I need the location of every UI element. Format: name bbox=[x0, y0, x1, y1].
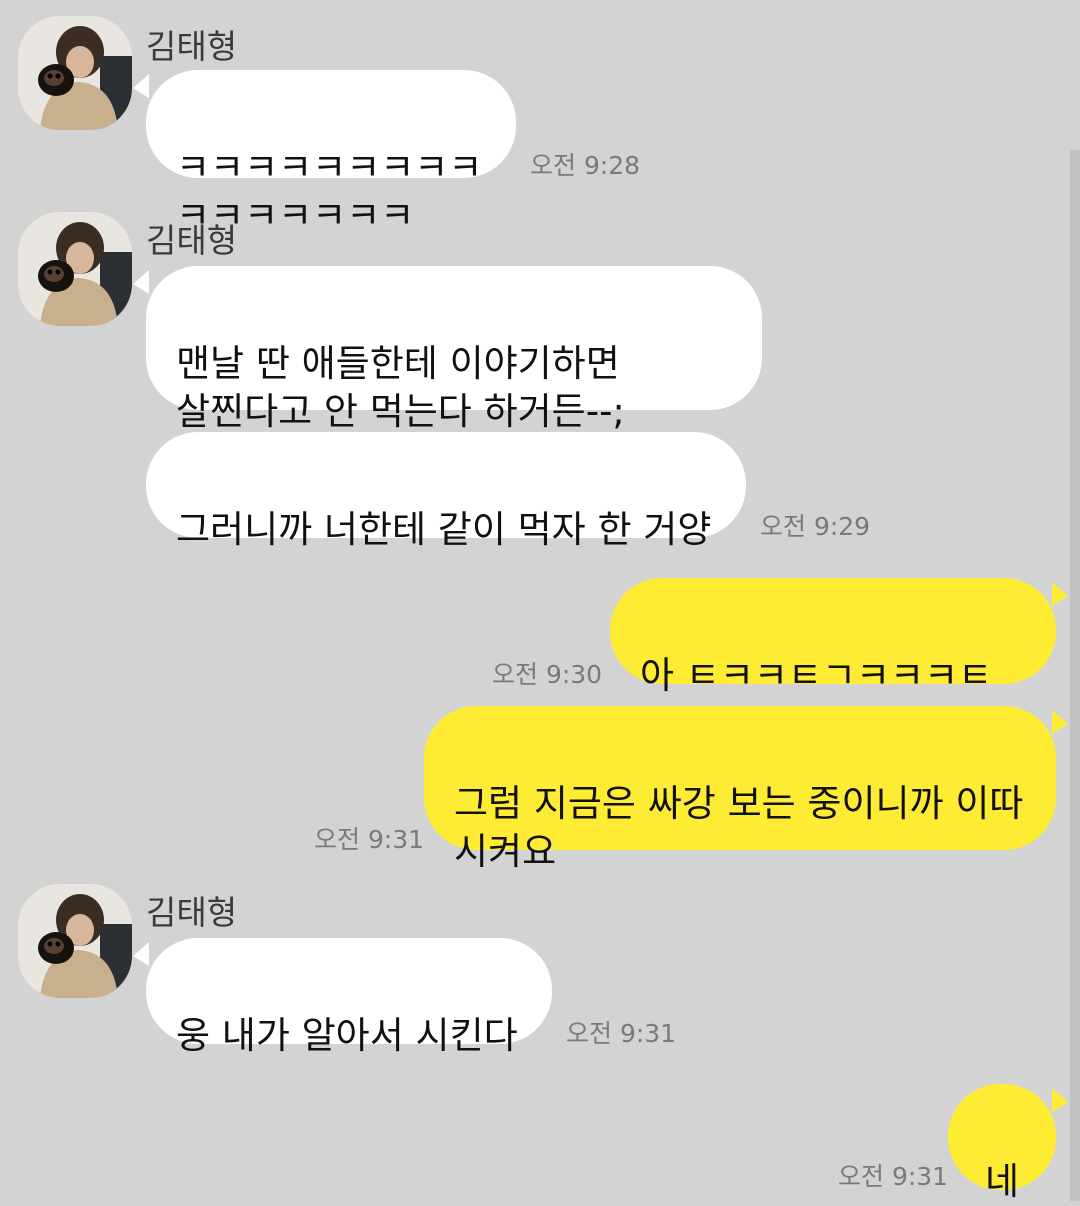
bubble-tail bbox=[1052, 1088, 1068, 1112]
sender-name: 김태형 bbox=[146, 27, 238, 66]
message-time: 오전 9:31 bbox=[838, 1162, 949, 1191]
bubble-tail bbox=[133, 942, 149, 966]
message-text: 네 bbox=[984, 1160, 1020, 1203]
message-bubble[interactable]: 그럼 지금은 싸강 보는 중이니까 이따 시켜요 bbox=[424, 706, 1056, 873]
message-bubble[interactable]: 맨날 딴 애들한테 이야기하면 살찐다고 안 먹는다 하거든--; bbox=[146, 266, 762, 433]
message-bubble[interactable]: ㅋㅋㅋㅋㅋㅋㅋㅋㅋㅋㅋㅋㅋㅋㅋㅋ bbox=[146, 70, 516, 237]
message-text: 웅 내가 알아서 시킨다 bbox=[176, 1014, 518, 1057]
message-time: 오전 9:31 bbox=[566, 1019, 677, 1048]
bubble-tail bbox=[133, 74, 149, 98]
scrollbar[interactable] bbox=[1070, 150, 1080, 1201]
profile-photo-icon bbox=[18, 16, 132, 130]
profile-photo-icon bbox=[18, 884, 132, 998]
message-time: 오전 9:31 bbox=[314, 825, 425, 854]
profile-avatar[interactable] bbox=[18, 212, 132, 326]
message-bubble[interactable]: 아 ㅌㅋㅋㅌㄱㅋㅋㅋㅌㅋㅋㅌㅋㅋㅋ bbox=[610, 578, 1056, 745]
profile-photo-icon bbox=[18, 212, 132, 326]
message-bubble[interactable]: 그러니까 너한테 같이 먹자 한 거양 bbox=[146, 432, 746, 551]
message-bubble[interactable]: 네 bbox=[948, 1084, 1056, 1203]
message-text: 그럼 지금은 싸강 보는 중이니까 이따 시켜요 bbox=[454, 782, 1024, 873]
bubble-tail bbox=[1052, 710, 1068, 734]
sender-name: 김태형 bbox=[146, 221, 238, 260]
message-time: 오전 9:28 bbox=[530, 151, 641, 180]
message-text: 그러니까 너한테 같이 먹자 한 거양 bbox=[176, 508, 712, 551]
message-text: 맨날 딴 애들한테 이야기하면 살찐다고 안 먹는다 하거든--; bbox=[176, 342, 625, 433]
message-time: 오전 9:29 bbox=[760, 512, 871, 541]
message-bubble[interactable]: 웅 내가 알아서 시킨다 bbox=[146, 938, 552, 1057]
bubble-tail bbox=[133, 270, 149, 294]
sender-name: 김태형 bbox=[146, 893, 238, 932]
message-time: 오전 9:30 bbox=[492, 660, 603, 689]
profile-avatar[interactable] bbox=[18, 16, 132, 130]
bubble-tail bbox=[1052, 582, 1068, 606]
profile-avatar[interactable] bbox=[18, 884, 132, 998]
